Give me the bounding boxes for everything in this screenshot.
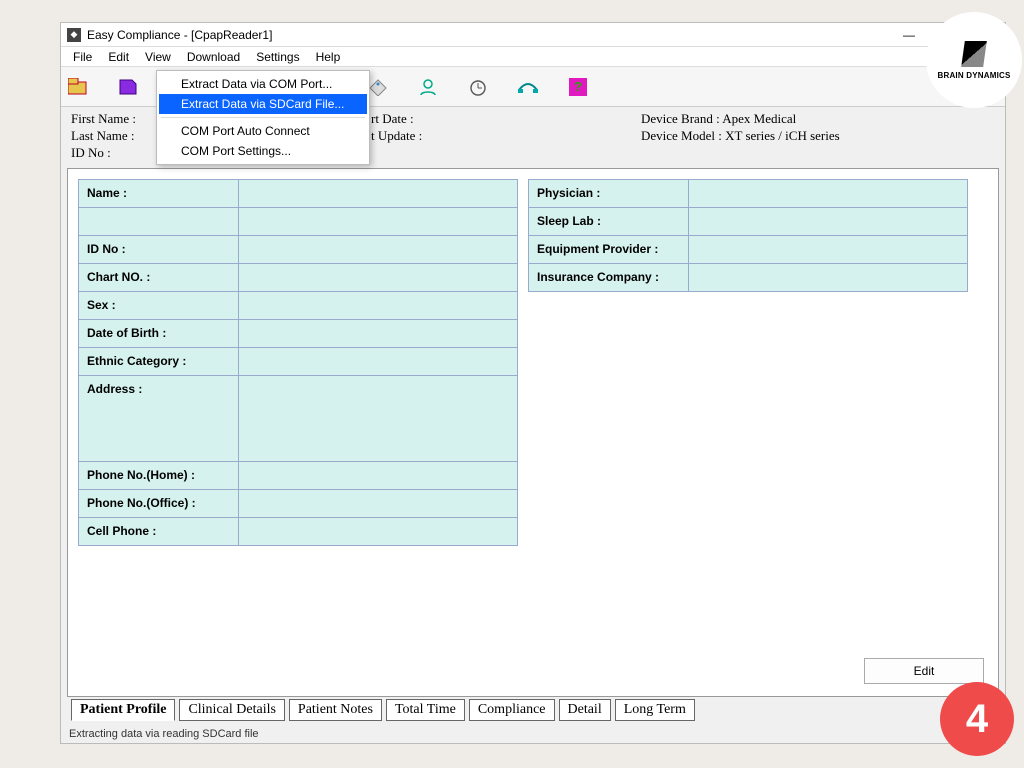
tab-compliance[interactable]: Compliance: [469, 699, 555, 721]
device-model-label: Device Model : XT series / iCH series: [641, 128, 995, 145]
toolbar-user-icon[interactable]: [417, 76, 439, 98]
value-name-2: [239, 207, 518, 235]
toolbar-open-icon[interactable]: [67, 76, 89, 98]
label-name: Name :: [79, 179, 239, 207]
dd-separator: [161, 117, 365, 118]
tab-long-term[interactable]: Long Term: [615, 699, 695, 721]
value-name: [239, 179, 518, 207]
value-idno: [239, 235, 518, 263]
statusbar: Extracting data via reading SDCard file …: [61, 725, 1005, 743]
value-phone-office: [239, 489, 518, 517]
brand-text: BRAIN DYNAMICS: [937, 71, 1010, 80]
menu-edit[interactable]: Edit: [100, 48, 137, 66]
label-idno: ID No :: [79, 235, 239, 263]
value-dob: [239, 319, 518, 347]
app-icon: ◆: [67, 28, 81, 42]
menu-download[interactable]: Download: [179, 48, 248, 66]
dd-com-settings[interactable]: COM Port Settings...: [159, 141, 367, 161]
toolbar-book-icon[interactable]: [117, 76, 139, 98]
value-chartno: [239, 263, 518, 291]
label-cell: Cell Phone :: [79, 517, 239, 545]
value-physician: [689, 179, 968, 207]
tab-patient-profile[interactable]: Patient Profile: [71, 699, 175, 721]
status-text: Extracting data via reading SDCard file: [69, 728, 259, 740]
value-equip: [689, 235, 968, 263]
label-physician: Physician :: [529, 179, 689, 207]
patient-table-right: Physician : Sleep Lab : Equipment Provid…: [528, 179, 968, 292]
brand-logo-icon: [961, 41, 987, 67]
toolbar-tag-icon[interactable]: [367, 76, 389, 98]
menu-settings[interactable]: Settings: [248, 48, 307, 66]
dd-extract-sdcard[interactable]: Extract Data via SDCard File...: [159, 94, 367, 114]
download-dropdown: Extract Data via COM Port... Extract Dat…: [156, 70, 370, 165]
tab-clinical-details[interactable]: Clinical Details: [179, 699, 284, 721]
toolbar-help-icon[interactable]: ?: [567, 76, 589, 98]
tab-patient-notes[interactable]: Patient Notes: [289, 699, 382, 721]
patient-table-left: Name : ID No : Chart NO. : Sex : Date of…: [78, 179, 518, 546]
titlebar: ◆ Easy Compliance - [CpapReader1] — ☐ ✕: [61, 23, 1005, 47]
brand-watermark: BRAIN DYNAMICS: [926, 12, 1022, 108]
dd-auto-connect[interactable]: COM Port Auto Connect: [159, 121, 367, 141]
toolbar-phone-icon[interactable]: [517, 76, 539, 98]
value-sleeplab: [689, 207, 968, 235]
last-update-label: t Update :: [371, 128, 641, 145]
label-sleeplab: Sleep Lab :: [529, 207, 689, 235]
label-sex: Sex :: [79, 291, 239, 319]
tab-total-time[interactable]: Total Time: [386, 699, 465, 721]
value-ethnic: [239, 347, 518, 375]
value-insurance: [689, 263, 968, 291]
device-brand-label: Device Brand : Apex Medical: [641, 111, 995, 128]
value-address: [239, 375, 518, 461]
tabs: Patient Profile Clinical Details Patient…: [71, 699, 999, 721]
label-ethnic: Ethnic Category :: [79, 347, 239, 375]
value-cell: [239, 517, 518, 545]
window-title: Easy Compliance - [CpapReader1]: [87, 28, 272, 42]
label-chartno: Chart NO. :: [79, 263, 239, 291]
dd-extract-com[interactable]: Extract Data via COM Port...: [159, 74, 367, 94]
label-equip: Equipment Provider :: [529, 235, 689, 263]
step-number: 4: [966, 697, 988, 742]
label-dob: Date of Birth :: [79, 319, 239, 347]
content-frame: Name : ID No : Chart NO. : Sex : Date of…: [67, 168, 999, 697]
minimize-button[interactable]: —: [891, 24, 927, 46]
start-date-label: rt Date :: [371, 111, 641, 128]
tab-detail[interactable]: Detail: [559, 699, 611, 721]
label-name-2: [79, 207, 239, 235]
step-badge: 4: [940, 682, 1014, 756]
menu-help[interactable]: Help: [308, 48, 349, 66]
menubar: File Edit View Download Settings Help: [61, 47, 1005, 67]
menu-view[interactable]: View: [137, 48, 179, 66]
label-insurance: Insurance Company :: [529, 263, 689, 291]
menu-file[interactable]: File: [65, 48, 100, 66]
svg-text:?: ?: [574, 79, 582, 94]
value-sex: [239, 291, 518, 319]
label-phone-home: Phone No.(Home) :: [79, 461, 239, 489]
edit-button[interactable]: Edit: [864, 658, 984, 684]
label-phone-office: Phone No.(Office) :: [79, 489, 239, 517]
toolbar-clock-icon[interactable]: [467, 76, 489, 98]
label-address: Address :: [79, 375, 239, 461]
value-phone-home: [239, 461, 518, 489]
